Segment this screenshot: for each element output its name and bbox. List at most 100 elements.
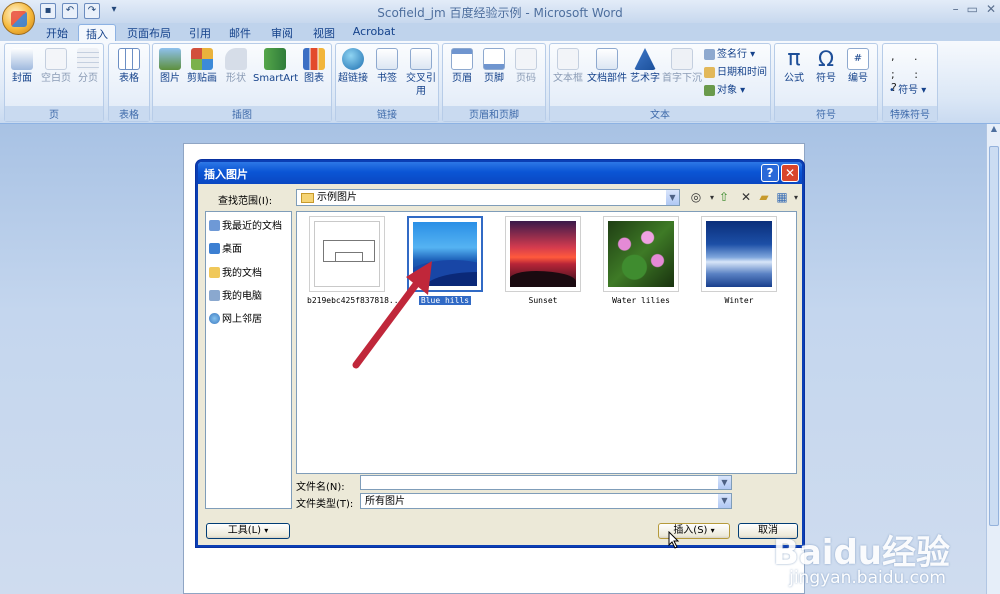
file-thumbnail: [407, 216, 483, 292]
tab-insert[interactable]: 插入: [78, 24, 116, 41]
place-my-computer[interactable]: 我的电脑: [209, 288, 262, 306]
numbering-button[interactable]: # 编号: [843, 48, 873, 85]
customize-qat-icon[interactable]: ▾: [106, 3, 122, 19]
file-item[interactable]: Sunset: [503, 216, 583, 305]
filetype-chevron-down-icon[interactable]: ▼: [717, 494, 731, 508]
cross-reference-label: 交叉引用: [406, 73, 436, 97]
tab-review[interactable]: 审阅: [264, 24, 300, 41]
quick-parts-label: 文档部件: [587, 73, 627, 84]
group-illustrations: 图片 剪贴画 形状 SmartArt 图表 插图: [152, 43, 332, 122]
views-dropdown-icon[interactable]: ▾: [788, 190, 804, 206]
scroll-thumb[interactable]: [989, 146, 999, 526]
chevron-down-icon[interactable]: ▼: [665, 190, 679, 205]
help-icon[interactable]: ?: [761, 164, 779, 182]
place-desktop-label: 桌面: [222, 244, 242, 255]
page-number-button[interactable]: 页码: [511, 48, 541, 85]
group-special-symbols: , . ; : ? • 符号 ▾ 特殊符号: [882, 43, 938, 122]
place-network[interactable]: 网上邻居: [209, 311, 262, 329]
date-time-button[interactable]: 日期和时间: [704, 66, 767, 79]
network-icon: [209, 313, 220, 324]
tab-view[interactable]: 视图: [306, 24, 342, 41]
hyperlink-button[interactable]: 超链接: [338, 48, 368, 85]
header-button[interactable]: 页眉: [447, 48, 477, 85]
clipart-label: 剪贴画: [187, 73, 217, 84]
close-window-icon[interactable]: ✕: [986, 2, 996, 16]
quick-parts-button[interactable]: 文档部件: [586, 48, 628, 85]
filetype-select[interactable]: 所有图片 ▼: [360, 493, 732, 509]
picture-button[interactable]: 图片: [155, 48, 185, 85]
textbox-button[interactable]: 文本框: [552, 48, 584, 85]
file-item[interactable]: Winter: [699, 216, 779, 305]
signature-line-button[interactable]: 签名行 ▾: [704, 48, 755, 61]
office-button[interactable]: [2, 2, 35, 35]
diagram-thumbnail-image: [314, 221, 380, 287]
smartart-button[interactable]: SmartArt: [253, 48, 298, 85]
vertical-scrollbar[interactable]: ▲: [986, 124, 1000, 594]
tab-mailings[interactable]: 邮件: [222, 24, 258, 41]
dropcap-button[interactable]: 首字下沉: [662, 48, 702, 85]
place-my-computer-label: 我的电脑: [222, 291, 262, 302]
group-label-pages: 页: [5, 106, 103, 121]
wordart-button[interactable]: 艺术字: [628, 48, 662, 85]
place-recent[interactable]: 我最近的文档: [209, 218, 282, 236]
cover-label: 封面: [12, 73, 32, 84]
delete-icon[interactable]: ✕: [738, 190, 754, 206]
look-in-dropdown[interactable]: 示例图片 ▼: [296, 189, 680, 206]
clipart-icon: [191, 48, 213, 70]
dropcap-label: 首字下沉: [662, 73, 702, 84]
filename-input[interactable]: ▼: [360, 475, 732, 490]
page-break-button[interactable]: 分页: [73, 48, 103, 85]
textbox-icon: [557, 48, 579, 70]
scroll-up-icon[interactable]: ▲: [987, 124, 1000, 136]
file-thumbnail: [701, 216, 777, 292]
file-thumbnail: [603, 216, 679, 292]
symbol-button[interactable]: Ω 符号: [811, 48, 841, 85]
group-links: 超链接 书签 交叉引用 链接: [335, 43, 439, 122]
close-icon[interactable]: ✕: [781, 164, 799, 182]
mouse-cursor-icon: [668, 531, 680, 549]
tab-home[interactable]: 开始: [38, 24, 76, 41]
clipart-button[interactable]: 剪贴画: [187, 48, 217, 85]
ribbon: 封面 空白页 分页 页 表格 表格 图片 剪贴画 形状 SmartArt 图表 …: [0, 41, 1000, 124]
equation-button[interactable]: π 公式: [779, 48, 809, 85]
tab-references[interactable]: 引用: [182, 24, 218, 41]
special-punct-row2[interactable]: ; : ?: [891, 68, 937, 94]
chart-button[interactable]: 图表: [299, 48, 329, 85]
cover-button[interactable]: 封面: [7, 48, 37, 85]
file-item[interactable]: b219ebc425f837818...: [307, 216, 403, 305]
table-button[interactable]: 表格: [114, 48, 144, 85]
file-name-text: Water lilies: [612, 296, 670, 305]
place-my-documents[interactable]: 我的文档: [209, 265, 262, 283]
place-desktop[interactable]: 桌面: [209, 241, 242, 259]
back-icon[interactable]: ◎: [688, 190, 704, 206]
save-icon[interactable]: ▪: [40, 3, 56, 19]
tab-acrobat[interactable]: Acrobat: [348, 24, 400, 41]
my-documents-icon: [209, 267, 220, 278]
places-bar: 我最近的文档 桌面 我的文档 我的电脑 网上邻居: [205, 211, 292, 509]
file-item[interactable]: Water lilies: [601, 216, 681, 305]
new-folder-icon[interactable]: ▰: [756, 190, 772, 206]
special-symbol-button[interactable]: • 符号 ▾: [889, 84, 926, 97]
cross-reference-button[interactable]: 交叉引用: [406, 48, 436, 98]
up-folder-icon[interactable]: ⇧: [716, 190, 732, 206]
filename-chevron-down-icon[interactable]: ▼: [717, 476, 731, 489]
special-symbol-dot-icon: •: [889, 85, 895, 96]
tools-button[interactable]: 工具(L) ▾: [206, 523, 290, 539]
blank-page-button[interactable]: 空白页: [39, 48, 73, 85]
shapes-button[interactable]: 形状: [221, 48, 251, 85]
minimize-icon[interactable]: –: [953, 2, 959, 16]
footer-button[interactable]: 页脚: [479, 48, 509, 85]
bookmark-button[interactable]: 书签: [372, 48, 402, 85]
object-button[interactable]: 对象 ▾: [704, 84, 745, 97]
file-name: b219ebc425f837818...: [307, 296, 403, 305]
file-name-text: Sunset: [528, 296, 558, 305]
file-item-selected[interactable]: Blue hills: [405, 216, 485, 305]
maximize-icon[interactable]: ▭: [967, 2, 978, 16]
redo-icon[interactable]: ↷: [84, 3, 100, 19]
filename-label: 文件名(N):: [296, 482, 345, 493]
undo-icon[interactable]: ↶: [62, 3, 78, 19]
tab-page-layout[interactable]: 页面布局: [122, 24, 176, 41]
special-punct-row1[interactable]: , .: [891, 50, 926, 63]
picture-icon: [159, 48, 181, 70]
group-label-header-footer: 页眉和页脚: [443, 106, 545, 121]
